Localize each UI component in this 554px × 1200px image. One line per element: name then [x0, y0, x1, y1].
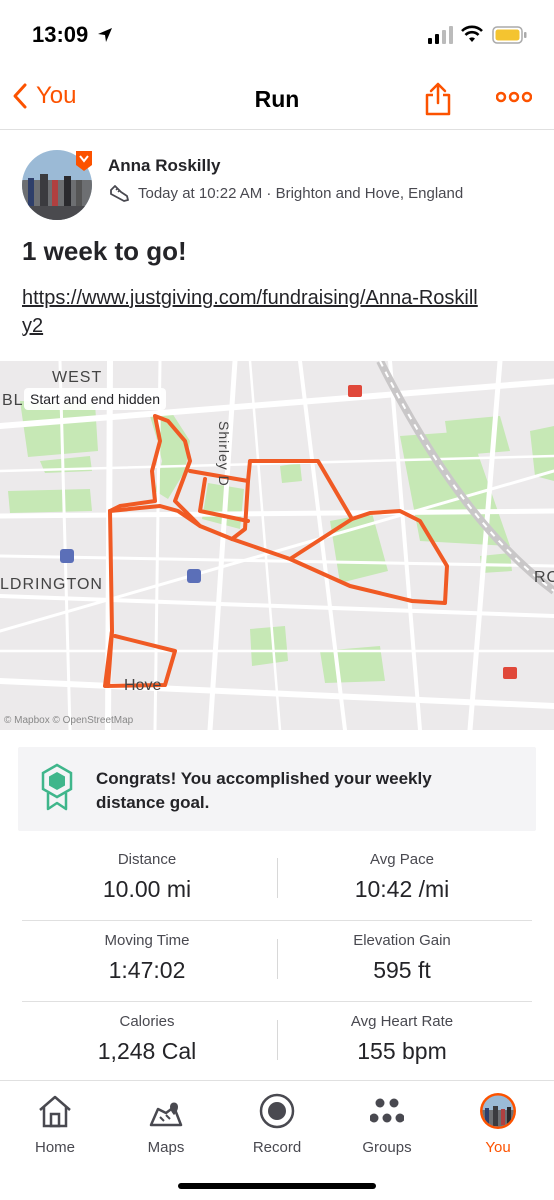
- location-arrow-icon: [96, 26, 114, 49]
- stat-label: Elevation Gain: [353, 932, 451, 949]
- stat-avg-pace: Avg Pace 10:42 /mi: [277, 851, 527, 903]
- home-indicator: [178, 1183, 376, 1189]
- tab-home[interactable]: Home: [5, 1089, 105, 1156]
- tab-groups[interactable]: Groups: [337, 1089, 437, 1156]
- home-icon: [5, 1089, 105, 1133]
- map-label-hove: Hove: [124, 677, 162, 694]
- wifi-icon: [460, 24, 484, 49]
- route-map[interactable]: Start and end hidden WEST BL LDRINGTON S…: [0, 361, 554, 730]
- stat-label: Distance: [117, 851, 177, 868]
- tab-you[interactable]: You: [448, 1089, 548, 1156]
- stat-value: 10.00 mi: [102, 876, 192, 902]
- stat-row: Moving Time 1:47:02 Elevation Gain 595 f…: [22, 921, 532, 1002]
- shoe-icon: [110, 185, 129, 202]
- stat-calories: Calories 1,248 Cal: [22, 1013, 272, 1065]
- activity-meta-text: Today at 10:22 AM · Brighton and Hove, E…: [138, 184, 464, 202]
- stats-grid: Distance 10.00 mi Avg Pace 10:42 /mi Mov…: [22, 840, 532, 1083]
- map-label-west: WEST: [52, 369, 103, 386]
- stat-value: 155 bpm: [357, 1038, 447, 1064]
- tab-label: Record: [252, 1139, 302, 1156]
- share-button[interactable]: [424, 82, 452, 121]
- stat-value: 1:47:02: [108, 957, 186, 983]
- stat-label: Calories: [119, 1013, 175, 1030]
- map-label-shirley: Shirley D: [216, 421, 232, 487]
- maps-icon: [116, 1089, 216, 1133]
- stat-value: 10:42 /mi: [354, 876, 450, 902]
- athlete-header: Anna Roskilly Today at 10:22 AM · Bright…: [22, 150, 532, 222]
- stat-moving-time: Moving Time 1:47:02: [22, 932, 272, 984]
- nav-header: You Run: [0, 70, 554, 130]
- start-end-hidden-chip: Start and end hidden: [24, 388, 166, 410]
- activity-description-link[interactable]: https://www.justgiving.com/fundraising/A…: [22, 284, 482, 340]
- status-time: 13:09: [32, 22, 89, 47]
- status-bar: 13:09: [0, 0, 554, 70]
- goal-banner[interactable]: Congrats! You accomplished your weekly d…: [18, 747, 536, 831]
- share-icon: [425, 82, 451, 116]
- bottom-tab-bar: Home Maps Record Groups You: [0, 1080, 554, 1200]
- map-tiles: [0, 361, 554, 730]
- tab-label: Groups: [362, 1139, 412, 1156]
- goal-message: Congrats! You accomplished your weekly d…: [96, 769, 432, 812]
- map-attribution[interactable]: © Mapbox © OpenStreetMap: [4, 715, 133, 726]
- stat-row: Distance 10.00 mi Avg Pace 10:42 /mi: [22, 840, 532, 921]
- stat-label: Avg Pace: [370, 851, 434, 868]
- record-icon: [227, 1089, 327, 1133]
- stat-value: 595 ft: [373, 957, 431, 983]
- map-label-aldrington: LDRINGTON: [0, 576, 103, 593]
- goal-badge-icon: [40, 763, 74, 816]
- groups-icon: [337, 1089, 437, 1133]
- tab-label: Home: [34, 1139, 75, 1156]
- subscriber-badge-icon: [74, 150, 94, 177]
- more-options-button[interactable]: [495, 90, 533, 109]
- tab-label: You: [485, 1139, 511, 1156]
- stat-row: Calories 1,248 Cal Avg Heart Rate 155 bp…: [22, 1002, 532, 1083]
- activity-meta: Today at 10:22 AM · Brighton and Hove, E…: [108, 182, 463, 204]
- ellipsis-icon: [495, 91, 533, 103]
- athlete-name[interactable]: Anna Roskilly: [108, 156, 220, 176]
- stat-label: Avg Heart Rate: [350, 1013, 454, 1030]
- stat-distance: Distance 10.00 mi: [22, 851, 272, 903]
- tab-maps[interactable]: Maps: [116, 1089, 216, 1156]
- battery-icon: [492, 25, 528, 50]
- activity-title: 1 week to go!: [22, 236, 187, 266]
- map-label-ro: RO: [534, 569, 554, 586]
- tab-record[interactable]: Record: [227, 1089, 327, 1156]
- cellular-signal-icon: [428, 26, 454, 49]
- stat-label: Moving Time: [104, 932, 190, 949]
- profile-avatar-icon: [448, 1089, 548, 1133]
- tab-label: Maps: [147, 1139, 185, 1156]
- map-label-bl: BL: [2, 392, 24, 409]
- stat-elevation-gain: Elevation Gain 595 ft: [277, 932, 527, 984]
- stat-avg-heart-rate: Avg Heart Rate 155 bpm: [277, 1013, 527, 1065]
- page-title: Run: [254, 86, 300, 112]
- stat-value: 1,248 Cal: [97, 1038, 197, 1064]
